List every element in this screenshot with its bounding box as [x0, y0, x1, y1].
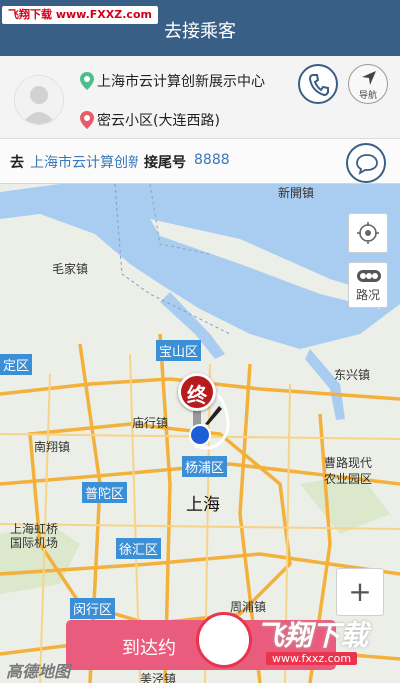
- navigation-label: 导航: [358, 91, 377, 101]
- current-location-marker: [189, 424, 211, 446]
- go-label: 去: [10, 155, 24, 171]
- tail-number-label: 接尾号: [144, 155, 186, 171]
- traffic-label: 路况: [355, 288, 380, 302]
- call-button[interactable]: [298, 64, 338, 104]
- message-button[interactable]: [346, 143, 386, 183]
- start-address-row: 上海市云计算创新展示中心: [80, 71, 265, 91]
- avatar-icon: [15, 76, 63, 124]
- tail-number: 8888: [194, 152, 230, 168]
- traffic-icon: [357, 270, 381, 282]
- map-label-caolu-2: 农业园区: [324, 472, 373, 486]
- district-yangpu: 杨浦区: [182, 456, 228, 477]
- passenger-avatar: [14, 75, 64, 125]
- map-label-nanxiangzhen: 南翔镇: [34, 440, 71, 454]
- map-label-maojiazhen: 毛家镇: [52, 262, 89, 276]
- start-pin-icon: [80, 72, 94, 90]
- map-label-hongqiao-2: 国际机场: [10, 536, 59, 550]
- watermark-logo: 飞翔下载 www.fxxz.com: [196, 612, 392, 672]
- end-pin-icon: [80, 111, 94, 129]
- passenger-info-panel: 上海市云计算创新展示中心 密云小区(大连西路) 导航: [0, 56, 400, 139]
- destination-bar: 去 上海市云计算创新展示中心 接尾号 8888: [0, 139, 400, 184]
- zoom-in-button[interactable]: +: [336, 568, 384, 616]
- map-label-miaohangzhen: 庙行镇: [132, 416, 169, 430]
- start-address: 上海市云计算创新展示中心: [97, 74, 265, 90]
- end-address: 密云小区(大连西路): [97, 113, 220, 129]
- locate-crosshair-icon: [357, 222, 379, 244]
- navigation-button[interactable]: 导航: [348, 64, 388, 104]
- city-label: 上海: [186, 495, 220, 515]
- navigation-arrow-icon: [362, 71, 376, 85]
- district-baoshan: 宝山区: [156, 340, 202, 361]
- end-marker-label: 终: [187, 383, 207, 407]
- end-marker: 终: [178, 373, 216, 411]
- watermark-url: www.fxxz.com: [266, 652, 358, 665]
- map-provider-logo: 高德地图: [6, 662, 71, 681]
- traffic-button[interactable]: 路况: [348, 262, 388, 308]
- end-address-row: 密云小区(大连西路): [80, 110, 220, 130]
- map-label-caolu: 曹路现代: [324, 456, 373, 470]
- district-xuhui: 徐汇区: [116, 538, 162, 559]
- map-label-meijia: 美泾镇: [140, 672, 177, 683]
- map-label-xinjiezhen: 新開镇: [278, 186, 315, 200]
- page-title: 去接乘客: [164, 21, 236, 42]
- destination-place: 上海市云计算创新展示中心: [30, 155, 138, 171]
- district-minhang: 闵行区: [70, 598, 116, 619]
- phone-icon: [309, 74, 329, 96]
- locate-button[interactable]: [348, 213, 388, 253]
- arrive-button-label: 到达约: [122, 638, 176, 659]
- district-dingqu: 定区: [0, 354, 33, 375]
- district-putuo: 普陀区: [82, 482, 128, 503]
- plus-icon: +: [348, 575, 372, 608]
- map-label-dongxingzhen: 东兴镇: [334, 368, 371, 382]
- top-bar: 飞翔下载 www.FXXZ.com 去接乘客: [0, 0, 400, 56]
- watermark-emblem: [196, 612, 252, 668]
- watermark-brand: 飞翔下载: [256, 619, 369, 652]
- chat-bubble-icon: [356, 154, 378, 175]
